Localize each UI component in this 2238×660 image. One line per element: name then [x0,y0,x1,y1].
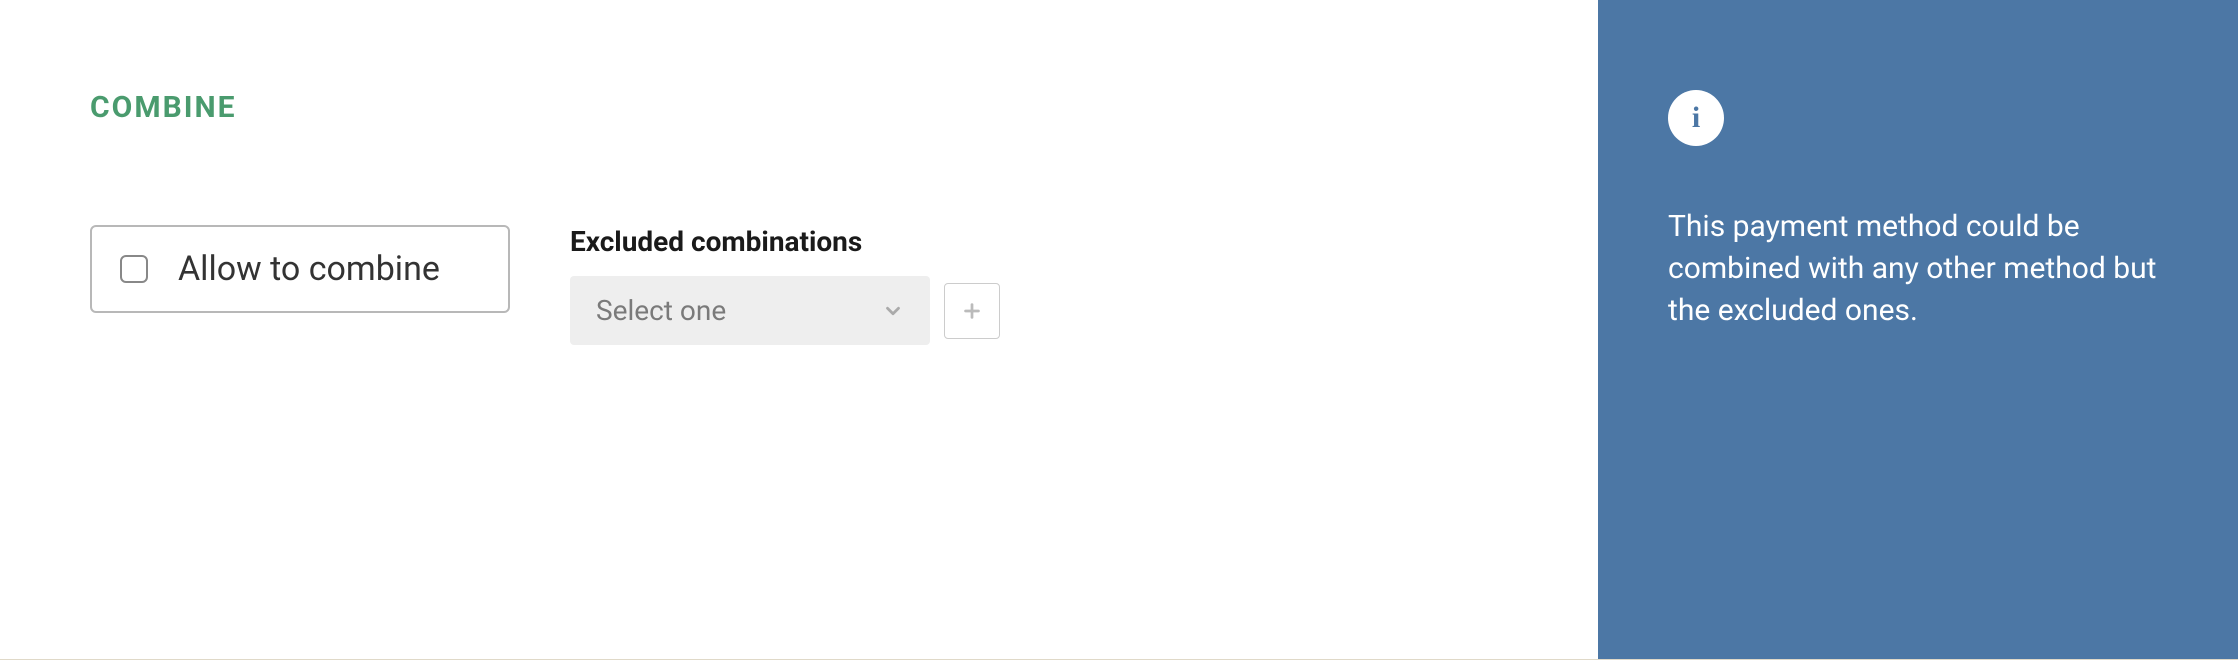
settings-panel: COMBINE Allow to combine Excluded combin… [0,0,2238,660]
chevron-down-icon [882,300,904,322]
controls-row: Allow to combine Excluded combinations S… [90,225,1508,345]
info-icon: i [1668,90,1724,146]
checkbox-label: Allow to combine [178,249,440,289]
main-panel: COMBINE Allow to combine Excluded combin… [0,0,1598,659]
add-excluded-button[interactable] [944,283,1000,339]
select-row: Select one [570,276,1000,345]
info-panel: i This payment method could be combined … [1598,0,2238,659]
info-i-glyph: i [1692,101,1700,135]
plus-icon [961,300,983,322]
info-text: This payment method could be combined wi… [1668,206,2168,332]
allow-combine-checkbox[interactable]: Allow to combine [90,225,510,313]
excluded-combinations-select[interactable]: Select one [570,276,930,345]
excluded-combinations-label: Excluded combinations [570,225,1000,258]
select-placeholder: Select one [596,294,726,327]
excluded-combinations-group: Excluded combinations Select one [570,225,1000,345]
section-title: COMBINE [90,90,1508,125]
checkbox-box-icon [120,255,148,283]
